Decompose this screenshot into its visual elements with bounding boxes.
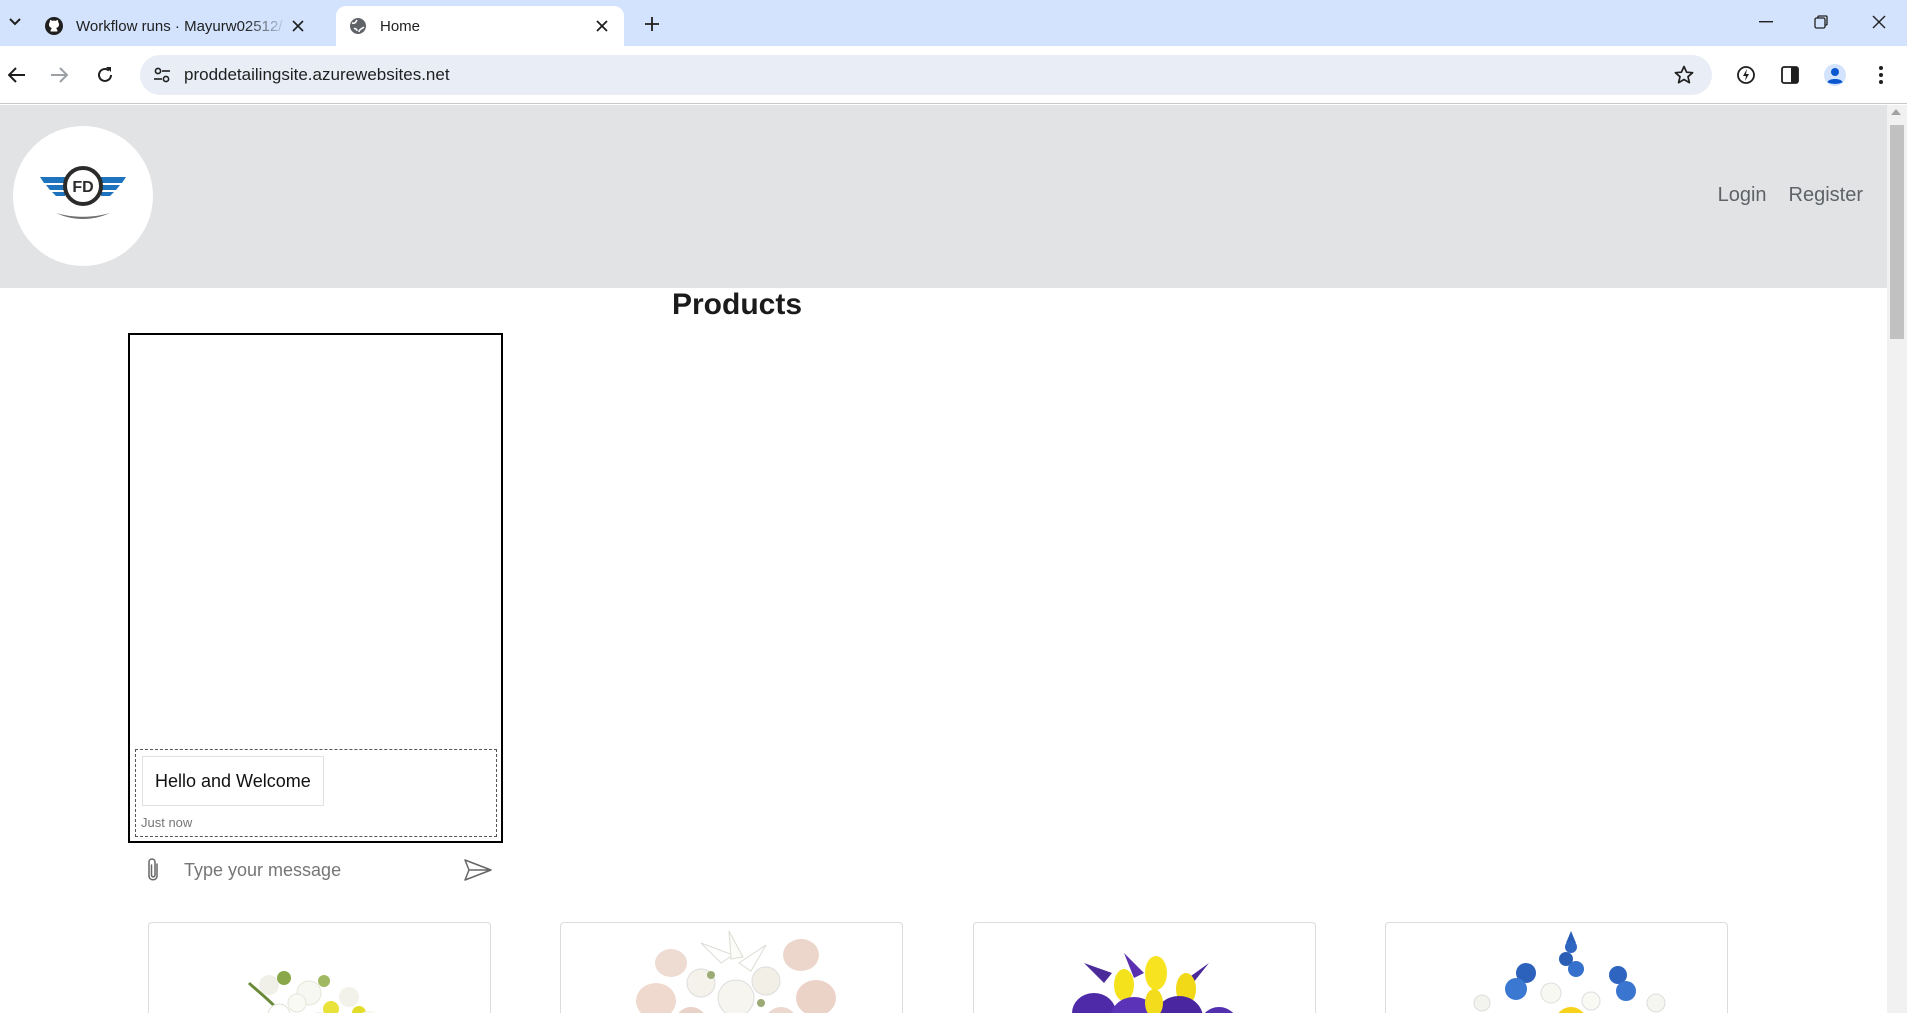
restore-icon[interactable] <box>1798 6 1844 38</box>
browser-toolbar: proddetailingsite.azurewebsites.net <box>0 46 1907 104</box>
chat-timestamp: Just now <box>141 815 193 830</box>
register-link[interactable]: Register <box>1789 184 1863 207</box>
message-input[interactable] <box>178 850 453 890</box>
address-bar[interactable]: proddetailingsite.azurewebsites.net <box>140 55 1712 95</box>
product-card[interactable] <box>148 922 491 1013</box>
forward-arrow-icon[interactable] <box>44 60 74 90</box>
product-grid <box>148 922 1728 1013</box>
page-title: Products <box>672 288 803 321</box>
minimize-icon[interactable] <box>1743 6 1789 38</box>
site-header: FD Login Register <box>0 105 1887 288</box>
login-link[interactable]: Login <box>1718 184 1767 207</box>
close-tab-icon[interactable] <box>592 16 612 36</box>
chat-transcript[interactable]: Hello and Welcome Just now <box>128 333 503 843</box>
pink-white-lily-bouquet-image <box>636 930 836 1013</box>
send-icon[interactable] <box>453 845 503 895</box>
site-nav: Login Register <box>1718 184 1863 207</box>
tab-home[interactable]: Home <box>336 6 624 46</box>
side-panel-icon[interactable] <box>1775 60 1805 90</box>
browser-tabstrip: Workflow runs · Mayurw02512/ Home <box>0 0 1907 46</box>
page-viewport: FD Login Register Products Hello and Wel… <box>0 105 1887 1013</box>
site-info-tune-icon[interactable] <box>148 61 176 89</box>
scroll-up-arrow-icon[interactable] <box>1891 109 1901 115</box>
kebab-menu-icon[interactable] <box>1866 60 1896 90</box>
paperclip-icon[interactable] <box>128 845 178 895</box>
profile-avatar-icon[interactable] <box>1820 60 1850 90</box>
logo-text: FD <box>72 179 93 196</box>
chat-bubble: Hello and Welcome <box>142 756 324 806</box>
tab-search-chevron-icon[interactable] <box>4 10 26 34</box>
reload-icon[interactable] <box>90 60 120 90</box>
globe-icon <box>348 16 368 36</box>
tab-title: Workflow runs · Mayurw02512/ <box>76 17 283 35</box>
chat-message[interactable]: Hello and Welcome Just now <box>135 749 497 837</box>
fd-logo-icon: FD <box>40 166 126 219</box>
url-text: proddetailingsite.azurewebsites.net <box>184 65 450 84</box>
back-arrow-icon[interactable] <box>2 60 32 90</box>
white-yellow-bouquet-image <box>247 971 376 1013</box>
close-window-icon[interactable] <box>1856 6 1902 38</box>
product-card[interactable] <box>973 922 1316 1013</box>
site-logo[interactable]: FD <box>13 126 153 266</box>
chat-send-box <box>128 845 503 895</box>
scroll-thumb[interactable] <box>1890 125 1904 339</box>
close-tab-icon[interactable] <box>288 16 308 36</box>
page-scrollbar[interactable] <box>1887 105 1907 1013</box>
product-card[interactable] <box>560 922 903 1013</box>
tab-title: Home <box>380 17 421 35</box>
new-tab-plus-icon[interactable] <box>638 10 666 38</box>
bookmark-star-icon[interactable] <box>1670 61 1698 89</box>
performance-icon[interactable] <box>1731 60 1761 90</box>
github-icon <box>44 16 64 36</box>
product-card[interactable] <box>1385 922 1728 1013</box>
purple-yellow-iris-tulip-bouquet-image <box>1072 953 1234 1013</box>
tab-workflow-runs[interactable]: Workflow runs · Mayurw02512/ <box>32 6 320 46</box>
blue-yellow-delphinium-bouquet-image <box>1473 931 1666 1013</box>
